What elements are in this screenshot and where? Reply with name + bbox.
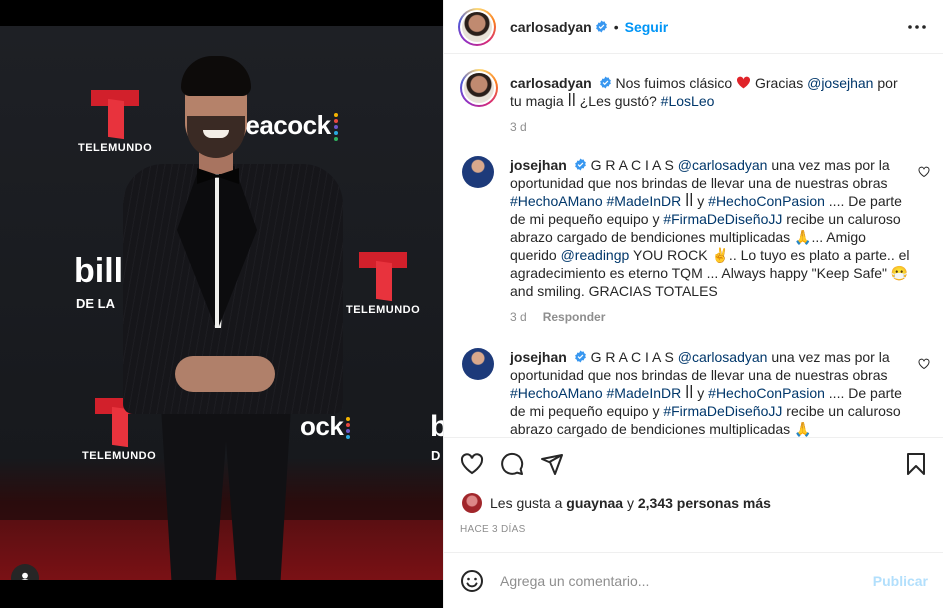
commenter-avatar[interactable]	[462, 348, 494, 380]
verified-badge-icon	[595, 20, 607, 33]
billboard-sub-edge: D	[431, 448, 441, 463]
comment-hashtag[interactable]: #FirmaDeDiseñoJJ	[663, 403, 782, 419]
author-avatar[interactable]	[458, 7, 496, 46]
bookmark-icon[interactable]	[904, 452, 928, 476]
post-header: carlosadyan • Seguir	[444, 0, 943, 54]
send-icon[interactable]	[540, 452, 564, 476]
comment-composer: Publicar	[444, 552, 943, 608]
comment-mention[interactable]: @carlosadyan	[678, 349, 768, 365]
comment-time[interactable]: 3 d	[510, 308, 527, 326]
comment-hashtag[interactable]: #HechoAMano	[510, 385, 603, 401]
person-in-tuxedo	[115, 56, 355, 580]
reply-button[interactable]: Responder	[543, 308, 606, 326]
publish-button[interactable]: Publicar	[873, 573, 928, 589]
comment-text: ꟾꟾ y	[685, 385, 705, 401]
comment-text: ꟾꟾ y	[685, 193, 705, 209]
comment-mention[interactable]: @readingp	[561, 247, 630, 263]
commenter-avatar[interactable]	[462, 156, 494, 188]
commenter-username[interactable]: josejhan	[510, 157, 567, 173]
likes-prefix: Les gusta a	[490, 495, 563, 511]
comment-hashtag[interactable]: #HechoConPasion	[708, 193, 825, 209]
post-timestamp[interactable]: HACE 3 DÍAS	[460, 524, 526, 535]
likes-summary: Les gusta a guaynaa y 2,343 personas más	[462, 493, 771, 513]
comment-hashtag[interactable]: #MadeInDR	[607, 385, 682, 401]
comment-mention[interactable]: @carlosadyan	[678, 157, 768, 173]
comment-item: josejhan G R A C I A S @carlosadyan una …	[460, 156, 930, 326]
caption-time[interactable]: 3 d	[510, 118, 527, 136]
red-heart-icon	[737, 76, 751, 89]
comment-item: josejhan G R A C I A S @carlosadyan una …	[460, 348, 930, 437]
post-details-panel: carlosadyan • Seguir carlosadyan Nos fui…	[443, 0, 943, 608]
verified-badge-icon	[574, 158, 586, 171]
author-username[interactable]: carlosadyan	[510, 19, 592, 35]
likes-connector: y	[626, 495, 634, 511]
more-horizontal-icon	[908, 25, 926, 29]
follow-button[interactable]: Seguir	[625, 19, 669, 35]
billboard-logo-edge: b	[430, 410, 443, 443]
comments-list[interactable]: carlosadyan Nos fuimos clásico Gracias @…	[444, 55, 943, 437]
caption-hashtag[interactable]: #LosLeo	[661, 93, 715, 109]
post-caption: carlosadyan Nos fuimos clásico Gracias @…	[460, 69, 930, 136]
emoji-icon[interactable]	[460, 569, 484, 593]
more-options-button[interactable]	[906, 17, 928, 37]
user-icon	[21, 572, 29, 580]
liker-username[interactable]: guaynaa	[566, 495, 623, 511]
comment-hashtag[interactable]: #MadeInDR	[607, 193, 682, 209]
liker-avatar[interactable]	[462, 493, 482, 513]
comment-hashtag[interactable]: #FirmaDeDiseñoJJ	[663, 211, 782, 227]
heart-icon[interactable]	[460, 452, 484, 476]
comment-input[interactable]	[500, 572, 860, 589]
likes-count[interactable]: 2,343 personas más	[638, 495, 771, 511]
verified-badge-icon	[599, 76, 611, 89]
caption-mention[interactable]: @josejhan	[807, 75, 873, 91]
caption-username[interactable]: carlosadyan	[510, 75, 592, 91]
post-photo[interactable]: TELEMUNDO peacock bill DE LA TELEMUNDO T…	[0, 26, 443, 580]
caption-text: Gracias	[754, 75, 804, 91]
instagram-post-view: TELEMUNDO peacock bill DE LA TELEMUNDO T…	[0, 0, 943, 608]
billboard-sub-logo: DE LA	[76, 296, 115, 311]
comment-hashtag[interactable]: #HechoConPasion	[708, 385, 825, 401]
comment-like-icon[interactable]	[918, 166, 930, 178]
comment-like-icon[interactable]	[918, 358, 930, 370]
comment-hashtag[interactable]: #HechoAMano	[510, 193, 603, 209]
comment-icon[interactable]	[500, 452, 524, 476]
telemundo-logo: TELEMUNDO	[346, 252, 420, 316]
commenter-username[interactable]: josejhan	[510, 349, 567, 365]
verified-badge-icon	[574, 350, 586, 363]
post-actions-bar	[444, 437, 943, 489]
caption-text: Nos fuimos clásico	[615, 75, 733, 91]
header-separator: •	[613, 18, 619, 35]
caption-author-avatar[interactable]	[460, 69, 498, 107]
comment-text: G R A C I A S	[590, 349, 674, 365]
comment-text: G R A C I A S	[590, 157, 674, 173]
